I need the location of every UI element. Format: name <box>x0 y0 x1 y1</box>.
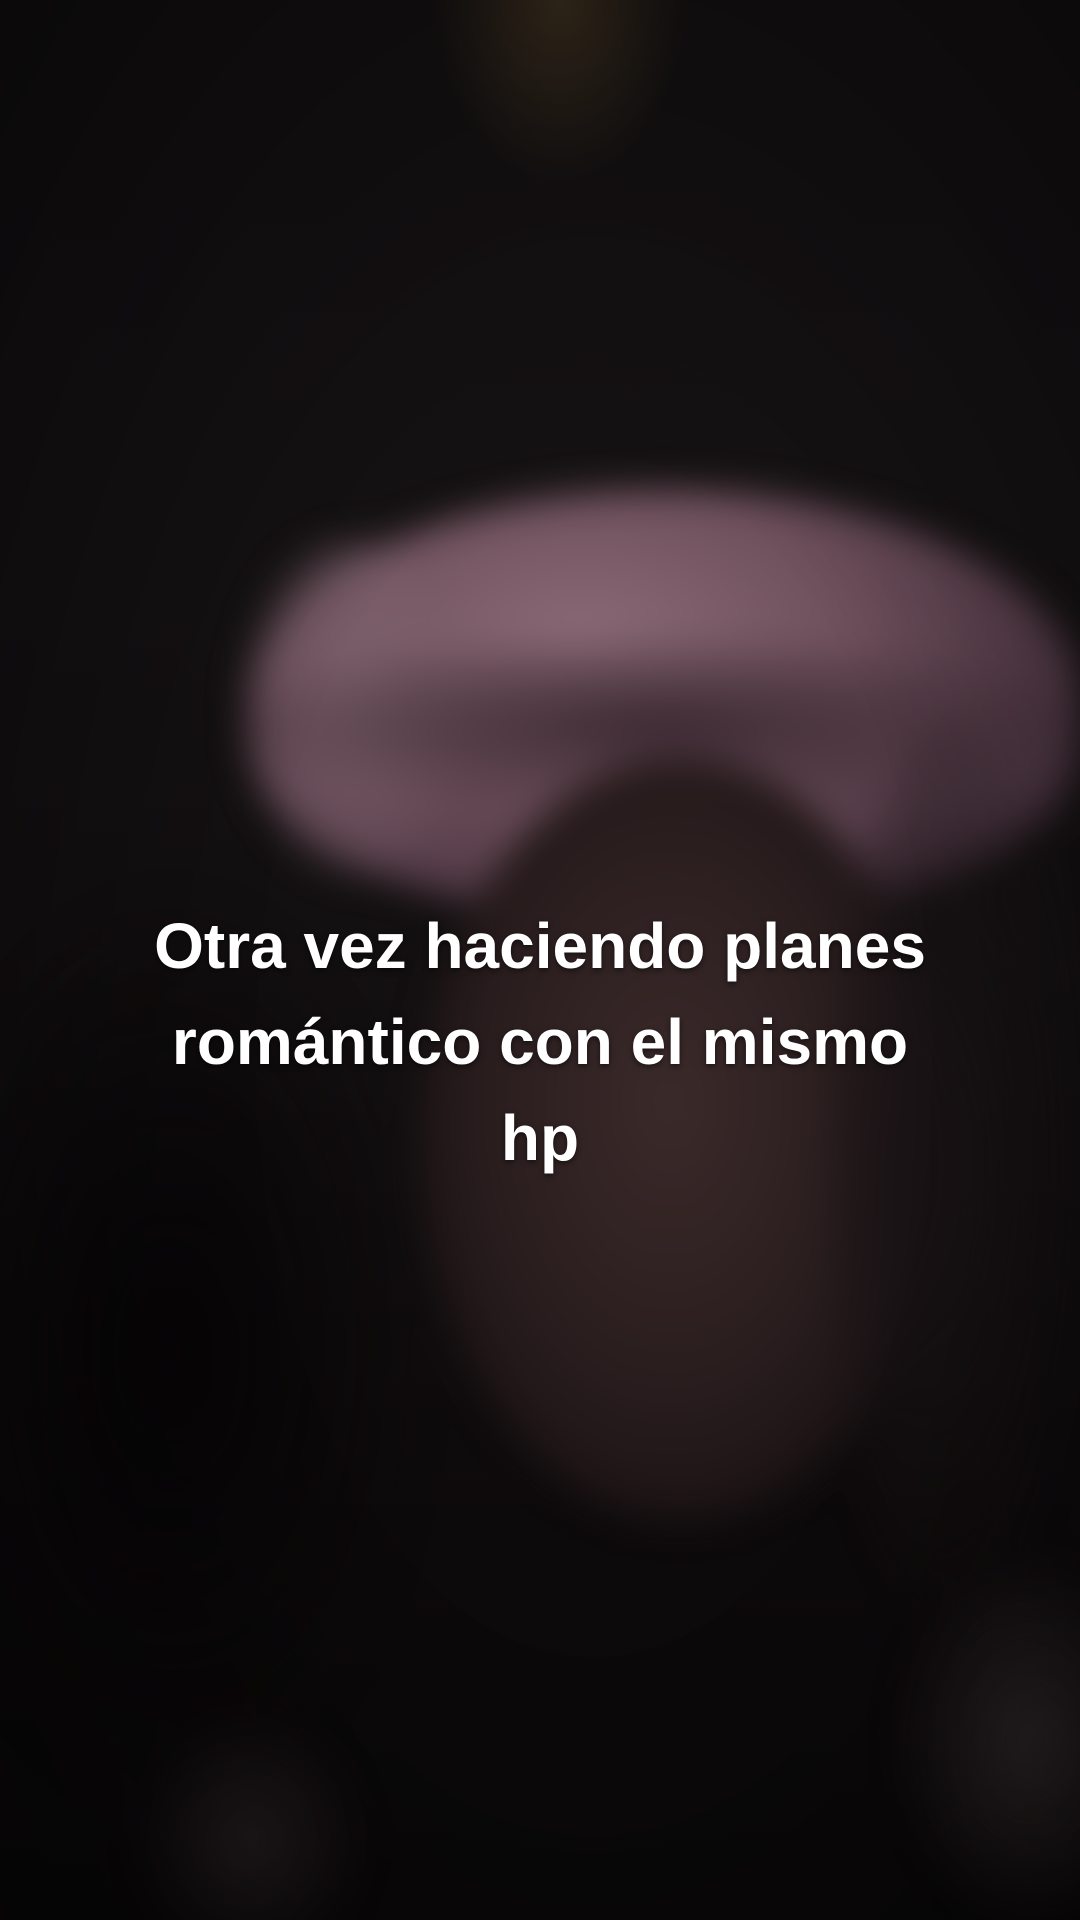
caption-line: romántico con el mismo <box>171 1006 909 1078</box>
video-frame[interactable]: Otra vez haciendo planes romántico con e… <box>0 0 1080 1920</box>
caption-line: Otra vez haciendo planes <box>154 910 926 982</box>
caption-line: hp <box>500 1102 580 1174</box>
video-caption: Otra vez haciendo planes romántico con e… <box>60 898 1020 1186</box>
